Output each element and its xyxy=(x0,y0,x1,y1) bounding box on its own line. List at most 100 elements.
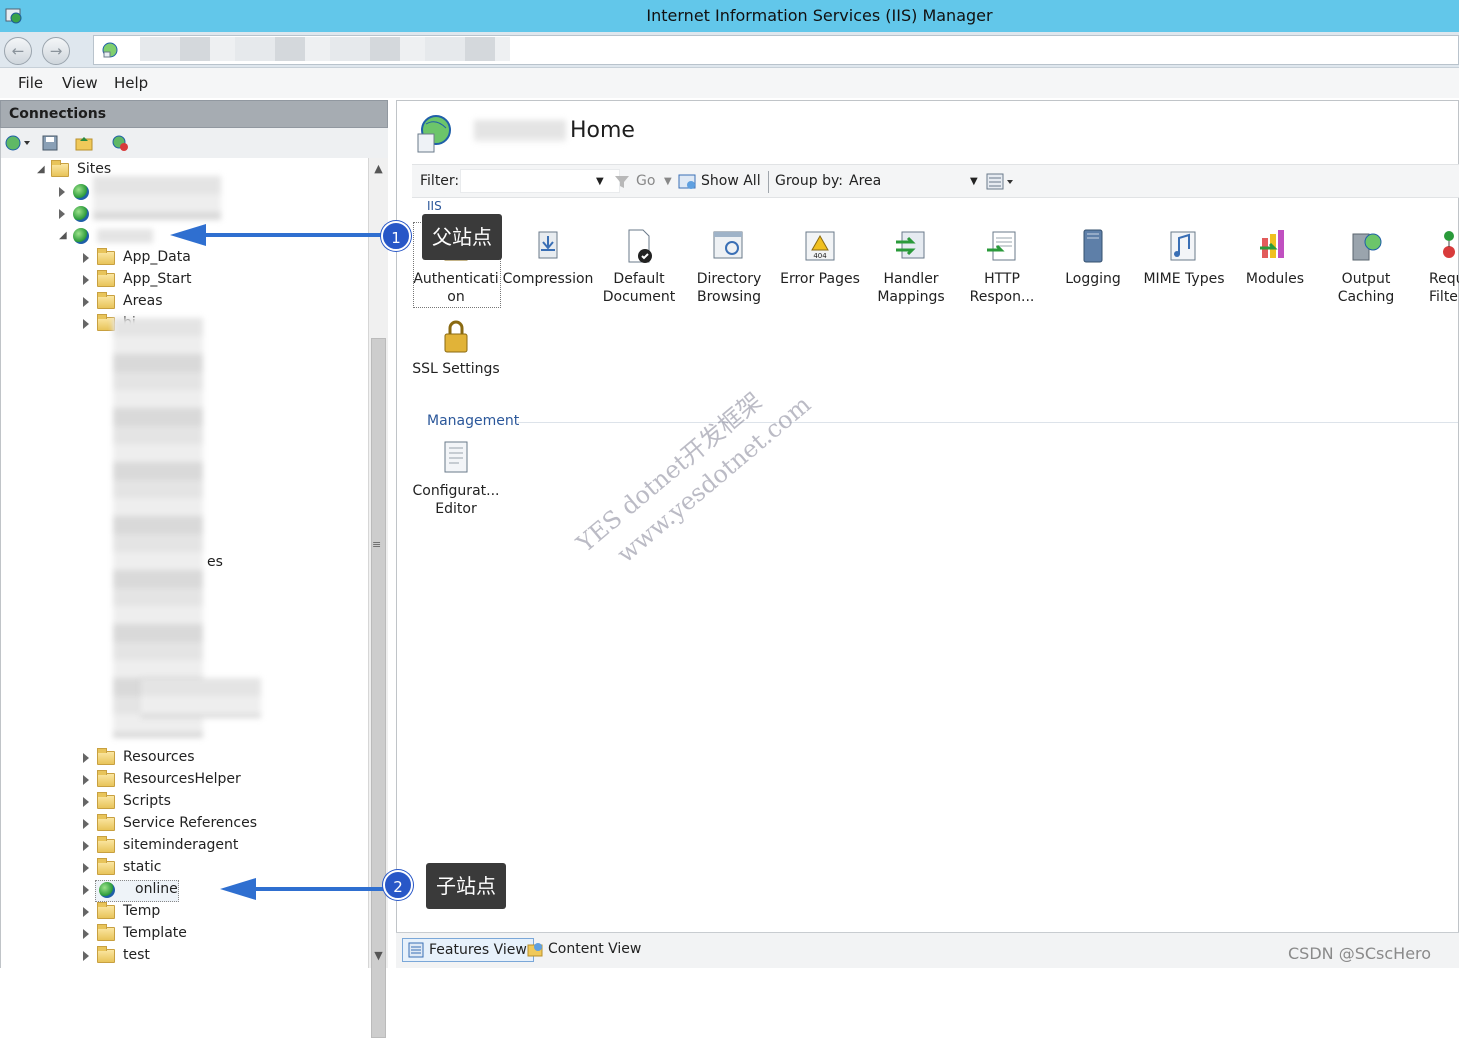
address-redacted xyxy=(140,37,510,61)
error-pages-icon: 404 xyxy=(805,231,835,261)
expand-icon xyxy=(83,929,89,939)
parent-site-name-redacted xyxy=(97,229,153,243)
connections-tree: ◢ Sites ◢ App_Data App_Start Areas bi es… xyxy=(0,158,368,968)
disconnect-icon[interactable] xyxy=(111,134,129,152)
feature-error-pages[interactable]: 404 Error Pages xyxy=(774,228,866,288)
folder-icon xyxy=(97,924,115,941)
tree-folder[interactable]: App_Start xyxy=(83,270,283,292)
expand-icon xyxy=(59,209,65,219)
expand-icon xyxy=(83,753,89,763)
group-by-label: Group by: xyxy=(775,173,843,189)
expand-icon xyxy=(83,885,89,895)
tree-folder[interactable]: App_Data xyxy=(83,248,283,270)
callout-1-badge: 1 xyxy=(381,221,411,251)
group-label-iis: IIS xyxy=(427,199,442,213)
feature-modules[interactable]: Modules xyxy=(1229,228,1321,288)
directory-browsing-icon xyxy=(713,231,743,259)
folder-icon xyxy=(97,946,115,963)
arrow-1-head xyxy=(170,224,206,246)
connections-toolbar xyxy=(0,128,388,158)
menu-help[interactable]: Help xyxy=(114,74,148,92)
feature-ssl-settings[interactable]: SSL Settings xyxy=(410,318,502,378)
folder-icon xyxy=(97,748,115,765)
tree-folder[interactable]: test xyxy=(83,946,283,968)
feature-request-filtering[interactable]: RequFilte xyxy=(1411,228,1459,306)
folder-icon xyxy=(97,902,115,919)
feature-default-document[interactable]: Default Document xyxy=(593,228,685,306)
go-dropdown-icon[interactable]: ▼ xyxy=(664,176,672,187)
save-icon[interactable] xyxy=(41,134,59,152)
menu-view[interactable]: View xyxy=(62,74,98,92)
separator xyxy=(768,171,769,193)
feature-configuration-editor[interactable]: Configurat... Editor xyxy=(410,440,502,518)
feature-directory-browsing[interactable]: Directory Browsing xyxy=(683,228,775,306)
group-by-dropdown-icon[interactable]: ▼ xyxy=(970,176,978,187)
scroll-up-icon[interactable]: ▲ xyxy=(371,162,386,177)
title-bar: Internet Information Services (IIS) Mana… xyxy=(0,0,1459,32)
window-title: Internet Information Services (IIS) Mana… xyxy=(646,6,993,25)
go-button[interactable]: Go xyxy=(636,173,655,189)
up-folder-icon[interactable] xyxy=(75,134,93,152)
tree-folder[interactable]: Service References xyxy=(83,814,303,836)
group-by-select[interactable]: Area xyxy=(849,173,881,189)
content-view-button[interactable]: Content View xyxy=(522,938,647,962)
feature-logging[interactable]: Logging xyxy=(1047,228,1139,288)
callout-1-label: 父站点 xyxy=(422,214,502,260)
filter-dropdown-icon[interactable]: ▼ xyxy=(596,176,604,187)
collapse-icon: ◢ xyxy=(59,230,67,241)
application-globe-icon xyxy=(99,882,115,898)
feature-compression[interactable]: Compression xyxy=(502,228,594,288)
feature-output-caching[interactable]: Output Caching xyxy=(1320,228,1412,306)
callout-2-badge: 2 xyxy=(383,870,413,900)
feature-mime-types[interactable]: MIME Types xyxy=(1138,228,1230,288)
folder-icon xyxy=(97,814,115,831)
folder-icon xyxy=(97,836,115,853)
sites-folder-icon xyxy=(51,160,69,177)
filter-label: Filter: xyxy=(420,173,460,189)
show-all-icon xyxy=(678,174,696,189)
forward-button[interactable]: → xyxy=(42,37,70,65)
feature-http-response[interactable]: HTTP Respon... xyxy=(956,228,1048,306)
show-all-button[interactable]: Show All xyxy=(701,173,761,189)
tree-folder[interactable]: Areas xyxy=(83,292,283,314)
tree-folder[interactable]: Temp xyxy=(83,902,283,924)
arrow-2-head xyxy=(220,878,256,900)
expand-icon xyxy=(83,819,89,829)
credit-text: CSDN @SCscHero xyxy=(1288,944,1432,963)
request-filtering-icon xyxy=(1443,231,1455,258)
scroll-thumb[interactable] xyxy=(371,338,386,1038)
expand-icon xyxy=(83,319,89,329)
tree-folder[interactable]: Scripts xyxy=(83,792,283,814)
home-globe-icon xyxy=(417,115,451,153)
logging-icon xyxy=(1083,229,1103,263)
arrow-1-line xyxy=(204,233,384,237)
forward-arrow-icon: → xyxy=(49,42,63,60)
feature-handler-mappings[interactable]: Handler Mappings xyxy=(865,228,957,306)
expand-icon xyxy=(83,951,89,961)
filter-bar: Filter: ▼ Go ▼ Show All Group by: Area ▼ xyxy=(412,164,1459,198)
tree-folder[interactable]: Template xyxy=(83,924,283,946)
svg-text:404: 404 xyxy=(813,252,827,260)
folder-icon xyxy=(97,248,115,265)
menu-file[interactable]: File xyxy=(18,74,43,92)
features-view-button[interactable]: Features View xyxy=(402,938,534,962)
site-globe-icon xyxy=(73,228,89,244)
scroll-down-icon[interactable]: ▼ xyxy=(371,949,386,964)
expand-icon xyxy=(83,775,89,785)
expand-icon xyxy=(83,797,89,807)
ssl-lock-icon xyxy=(444,320,468,353)
compression-icon xyxy=(538,231,558,259)
tree-folder[interactable]: siteminderagent xyxy=(83,836,303,858)
configuration-editor-icon xyxy=(444,441,468,473)
handler-mappings-icon xyxy=(896,231,925,259)
content-view-icon xyxy=(527,943,543,957)
tree-folder[interactable]: Resources xyxy=(83,748,283,770)
site-globe-icon xyxy=(73,206,89,222)
tree-scrollbar[interactable]: ▲ ≡ ▼ xyxy=(368,158,388,1038)
back-button[interactable]: ← xyxy=(4,37,32,65)
expand-icon xyxy=(83,841,89,851)
connect-globe-icon[interactable] xyxy=(5,134,31,152)
tree-folder[interactable]: static xyxy=(83,858,283,880)
view-mode-icon[interactable] xyxy=(986,172,1016,192)
tree-folder[interactable]: ResourcesHelper xyxy=(83,770,283,792)
